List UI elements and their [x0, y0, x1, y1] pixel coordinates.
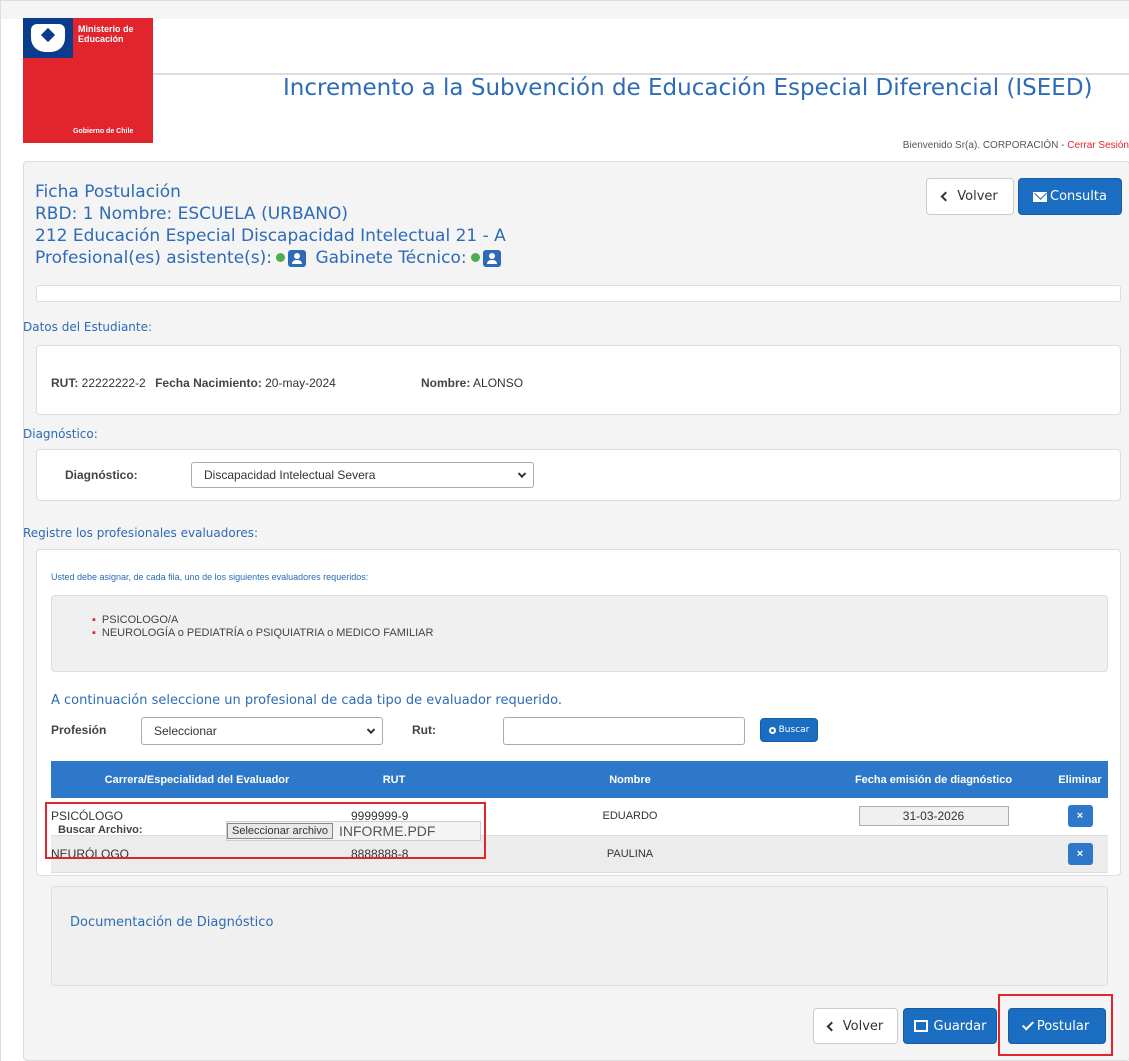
assistants-line: Profesional(es) asistente(s): Gabinete T…: [35, 247, 506, 269]
crest-icon: [31, 24, 65, 52]
table-header-row: Carrera/Especialidad del Evaluador RUT N…: [51, 761, 1108, 798]
student-name: ALONSO: [473, 376, 524, 390]
chevron-left-icon: [940, 191, 951, 202]
documentacion-title: Documentación de Diagnóstico: [70, 915, 274, 930]
rut-search-input[interactable]: [503, 717, 745, 745]
chevron-left-icon: [826, 1021, 837, 1031]
volver-button-bottom[interactable]: Volver: [813, 1008, 898, 1044]
buscar-button[interactable]: Buscar: [760, 718, 818, 742]
volver-bottom-label: Volver: [842, 1018, 884, 1034]
evaluadores-subtitle: A continuación seleccione un profesional…: [51, 693, 562, 708]
fecha-label: Fecha Nacimiento:: [155, 376, 262, 390]
welcome-bar: Bienvenido Sr(a). CORPORACIÓN - Cerrar S…: [903, 140, 1129, 151]
gabinete-label: Gabinete Técnico:: [315, 248, 467, 268]
app-title: Incremento a la Subvención de Educación …: [283, 75, 1093, 101]
volver-button-top[interactable]: Volver: [926, 178, 1014, 215]
section-diagnostico: Diagnóstico:: [23, 427, 98, 441]
section-evaluadores: Registre los profesionales evaluadores:: [23, 526, 259, 540]
diagnostico-box: Diagnóstico: Discapacidad Intelectual Se…: [36, 449, 1121, 501]
asistentes-label: Profesional(es) asistente(s):: [35, 248, 273, 268]
profesion-value: Seleccionar: [154, 724, 217, 738]
highlight-frame-postular: [998, 994, 1113, 1056]
required-item: NEUROLOGÍA o PEDIATRÍA o PSIQUIATRIA o M…: [92, 627, 1107, 640]
school-info: RBD: 1 Nombre: ESCUELA (URBANO): [35, 204, 348, 224]
status-dot-icon: [470, 252, 480, 262]
ficha-header: Ficha Postulación RBD: 1 Nombre: ESCUELA…: [35, 181, 506, 269]
envelope-icon: [1033, 191, 1048, 202]
user-icon[interactable]: [482, 249, 501, 267]
diagnostico-value: Discapacidad Intelectual Severa: [204, 468, 376, 482]
required-evaluators-box: PSICOLOGO/A NEUROLOGÍA o PEDIATRÍA o PSI…: [51, 595, 1108, 672]
col-eliminar: Eliminar: [1052, 761, 1108, 798]
ministerio-logo: Ministerio de Educación Gobierno de Chil…: [23, 18, 153, 143]
course-info: 212 Educación Especial Discapacidad Inte…: [35, 226, 506, 246]
logo-line2: Educación: [78, 34, 124, 44]
delete-icon[interactable]: ×: [1067, 805, 1093, 828]
highlight-frame-file: [45, 802, 486, 859]
student-info: RUT: 22222222-2 Fecha Nacimiento: 20-may…: [51, 376, 336, 390]
student-box: RUT: 22222222-2 Fecha Nacimiento: 20-may…: [36, 345, 1121, 415]
save-icon: [913, 1020, 928, 1032]
ficha-title: Ficha Postulación: [35, 182, 181, 202]
consulta-button[interactable]: Consulta: [1018, 178, 1122, 215]
cell-nombre: EDUARDO: [445, 798, 815, 836]
logo-blue-block: [23, 18, 73, 58]
chevron-down-icon: [366, 725, 376, 735]
page: Ministerio de Educación Gobierno de Chil…: [0, 0, 1129, 1061]
required-item: PSICOLOGO/A: [92, 614, 1107, 627]
evaluadores-instruction: Usted debe asignar, de cada fila, uno de…: [51, 572, 369, 582]
required-list: PSICOLOGO/A NEUROLOGÍA o PEDIATRÍA o PSI…: [92, 614, 1107, 640]
profesion-select[interactable]: Seleccionar: [141, 717, 383, 745]
col-carrera: Carrera/Especialidad del Evaluador: [51, 761, 343, 798]
cell-fecha: 31-03-2026: [815, 798, 1052, 836]
chevron-down-icon: [517, 469, 527, 479]
profesion-label: Profesión: [51, 723, 107, 737]
diagnostico-label: Diagnóstico:: [65, 468, 138, 482]
col-fecha: Fecha emisión de diagnóstico: [815, 761, 1052, 798]
search-icon: [768, 726, 776, 734]
student-rut: 22222222-2: [81, 376, 146, 390]
student-birthdate: 20-may-2024: [265, 376, 336, 390]
guardar-button[interactable]: Guardar: [903, 1008, 997, 1044]
nombre-label: Nombre:: [421, 376, 471, 390]
logo-footer: Gobierno de Chile: [73, 128, 134, 135]
cell-eliminar: ×: [1052, 798, 1108, 836]
documentacion-box: Documentación de Diagnóstico: [51, 886, 1108, 986]
info-strip: [36, 285, 1121, 302]
rut-label: RUT:: [51, 376, 79, 390]
top-bar: [1, 1, 1129, 19]
welcome-text: Bienvenido Sr(a). CORPORACIÓN -: [902, 140, 1068, 151]
diagnostico-select[interactable]: Discapacidad Intelectual Severa: [191, 462, 534, 488]
status-dot-icon: [276, 252, 286, 262]
col-nombre: Nombre: [445, 761, 815, 798]
delete-icon[interactable]: ×: [1067, 842, 1093, 865]
fecha-input[interactable]: 31-03-2026: [858, 806, 1009, 827]
user-icon[interactable]: [288, 249, 307, 267]
logo-text: Ministerio de Educación: [78, 24, 148, 44]
rut-search-label: Rut:: [412, 723, 436, 737]
student-name-group: Nombre: ALONSO: [421, 376, 523, 390]
guardar-label: Guardar: [933, 1018, 987, 1034]
cell-nombre: PAULINA: [445, 835, 815, 873]
col-rut: RUT: [343, 761, 445, 798]
cell-eliminar: ×: [1052, 835, 1108, 873]
section-estudiante: Datos del Estudiante:: [23, 320, 153, 334]
consulta-label: Consulta: [1050, 189, 1107, 204]
cell-fecha: [815, 835, 1052, 873]
logout-link[interactable]: Cerrar Sesión: [1067, 140, 1129, 151]
buscar-label: Buscar: [778, 725, 810, 735]
logo-line1: Ministerio de: [78, 24, 134, 34]
volver-label: Volver: [957, 189, 998, 204]
